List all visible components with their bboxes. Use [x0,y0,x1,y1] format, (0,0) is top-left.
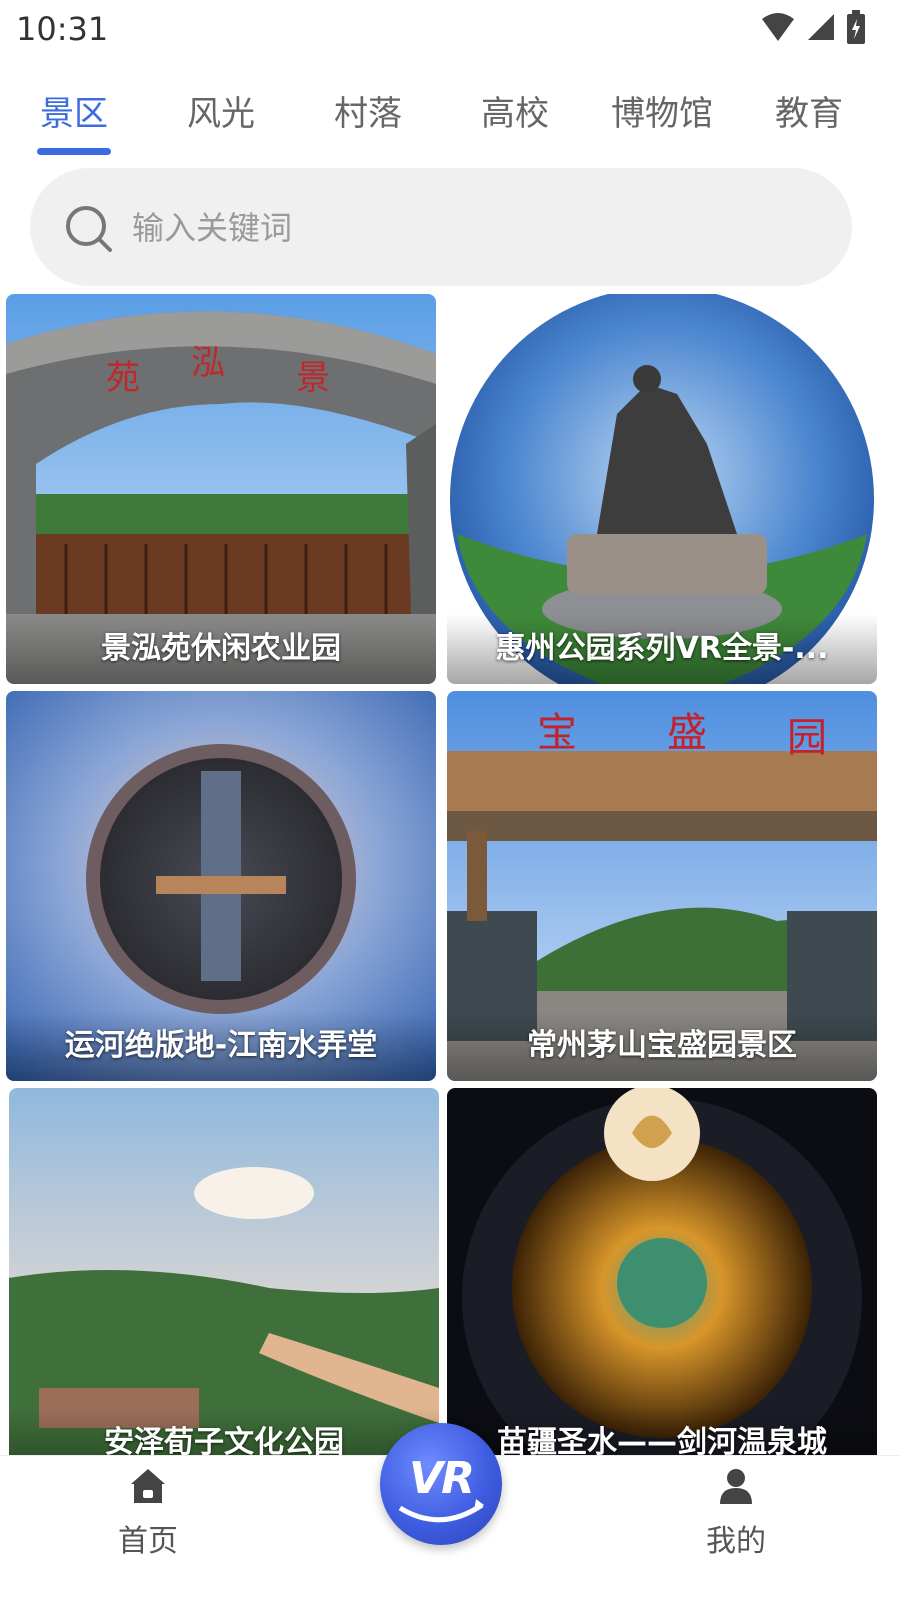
user-icon [720,1469,752,1504]
svg-text:泓: 泓 [191,343,225,383]
wifi-icon [762,13,794,41]
svg-text:盛: 盛 [667,710,707,756]
vr-button[interactable]: VR [380,1423,502,1545]
list-item[interactable]: 宝 盛 园 常州茅山宝盛园景区 [447,691,877,1081]
nav-profile[interactable]: 我的 [676,1466,796,1560]
status-time: 10:31 [16,10,109,48]
list-item[interactable]: 运河绝版地-江南水弄堂 [6,691,436,1081]
list-item[interactable]: 苑 泓 景 景泓苑休闲农业园 [6,294,436,684]
card-title: 常州茅山宝盛园景区 [447,1011,877,1081]
svg-text:景: 景 [296,358,330,398]
tab-universities[interactable]: 高校 [445,86,585,135]
category-tabs: 景区 风光 村落 高校 博物馆 教育 [0,80,900,160]
card-title: 运河绝版地-江南水弄堂 [6,1011,436,1081]
nav-profile-label: 我的 [706,1524,766,1559]
tab-museums[interactable]: 博物馆 [592,86,732,135]
list-item[interactable]: 惠州公园系列VR全景-... [447,294,877,684]
svg-text:园: 园 [787,715,827,761]
status-icons [760,10,866,44]
tab-scenic[interactable]: 景区 [4,86,144,135]
list-item[interactable]: 安泽荀子文化公园 [9,1088,439,1458]
card-image [447,1088,877,1458]
card-title: 安泽荀子文化公园 [9,1408,439,1458]
card-title: 惠州公园系列VR全景-... [447,614,877,684]
svg-text:宝: 宝 [537,710,577,756]
search-input[interactable] [130,198,814,258]
nav-home-label: 首页 [118,1524,178,1559]
list-item[interactable]: 苗疆圣水——剑河温泉城 [447,1088,877,1458]
signal-icon [808,14,834,40]
battery-icon [847,10,865,44]
card-title: 苗疆圣水——剑河温泉城 [447,1408,877,1458]
search-icon [66,206,112,252]
status-bar: 10:31 [0,0,900,60]
card-image [9,1088,439,1458]
tab-education[interactable]: 教育 [739,86,879,135]
tab-scenery[interactable]: 风光 [151,86,291,135]
vr-label: VR [409,1453,475,1504]
nav-home[interactable]: 首页 [88,1466,208,1560]
active-tab-indicator [37,148,111,155]
card-title: 景泓苑休闲农业园 [6,614,436,684]
home-icon [131,1469,165,1503]
scenic-grid: 苑 泓 景 景泓苑休闲农业园 惠州公园系列VR全景-... 运河绝版地-江南水弄… [0,294,900,1458]
search-bar[interactable] [30,168,852,286]
tab-villages[interactable]: 村落 [298,86,438,135]
svg-text:苑: 苑 [106,358,140,398]
